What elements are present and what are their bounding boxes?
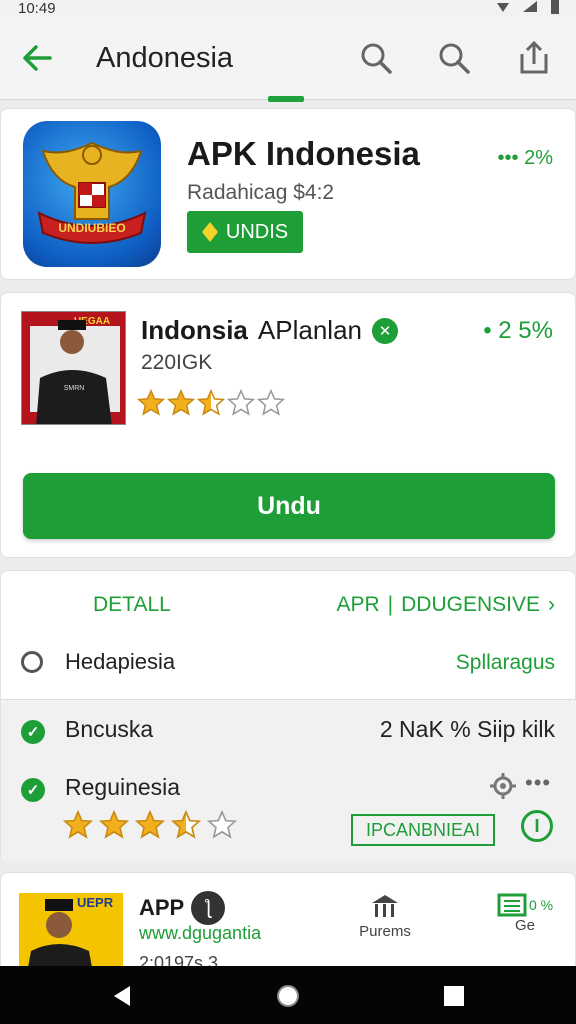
details-links: APR | DDUGENSIVE ›	[336, 593, 555, 617]
nav-label-purems: Purems	[359, 923, 411, 940]
app3-url[interactable]: www.dgugantia	[139, 923, 261, 944]
store-icon	[372, 895, 398, 917]
features-section: ✓ Bncuska 2 NaK % Siip kilk ✓ Reguinesia…	[1, 699, 576, 863]
swirl-icon: ƪ	[191, 891, 225, 925]
share-icon[interactable]	[514, 38, 554, 78]
back-triangle-icon[interactable]	[108, 982, 136, 1010]
nav-item-ge[interactable]: 0 % Ge	[493, 893, 557, 934]
app-name-rest: APlanlan	[257, 315, 362, 345]
search-icon[interactable]	[356, 38, 396, 78]
system-nav-bar	[0, 966, 576, 1024]
app-name-bold: Indonsia	[141, 315, 248, 345]
info-label: Hedapiesia	[65, 649, 176, 674]
featured-download-badge[interactable]: UNDIS	[187, 211, 303, 253]
nav-label-ge: Ge	[514, 917, 535, 934]
app-thumbnail: UEGAA SMRN	[21, 311, 126, 425]
check-icon: ✓	[21, 720, 45, 744]
app-rating: • 2 5%	[483, 317, 553, 344]
star-full-icon	[137, 389, 165, 416]
logo-text: UNDIUBIEO	[58, 221, 125, 235]
app-size: 220IGK	[141, 351, 213, 374]
featured-rating: ••• 2%	[497, 147, 553, 169]
star-empty-icon	[227, 389, 255, 416]
check-icon: ✓	[21, 778, 45, 802]
verified-icon: ✕	[371, 317, 398, 344]
nav-badge: 0 %	[528, 897, 554, 913]
status-icons	[496, 0, 560, 14]
star-half-icon	[171, 810, 201, 839]
featured-app-subtitle: Radahicag $4:2	[187, 181, 335, 204]
link-separator: |	[387, 593, 394, 616]
scroll-indicator	[268, 96, 304, 102]
app-logo: UNDIUBIEO	[23, 121, 161, 267]
more-options-icon[interactable]: •••	[525, 770, 551, 796]
info-value-link[interactable]: Spllaragus	[456, 651, 555, 675]
thumb-text-2: UEPR	[77, 895, 114, 910]
star-full-icon	[63, 810, 93, 839]
status-bar: 10:49	[0, 0, 576, 18]
battery-icon	[551, 0, 559, 14]
thumb-shirt-text: SMRN	[64, 385, 85, 392]
info-icon	[21, 651, 43, 673]
page-title: Andonesia	[96, 42, 234, 74]
star-empty-icon	[257, 389, 285, 416]
app-bar: Andonesia	[0, 18, 576, 100]
star-half-icon	[197, 389, 225, 416]
feature-label-2: Reguinesia	[65, 774, 181, 800]
star-full-icon	[167, 389, 195, 416]
star-full-icon	[99, 810, 129, 839]
gear-icon[interactable]	[489, 772, 517, 800]
featured-badge-label: UNDIS	[225, 220, 289, 243]
app-name: Indonsia APlanlan ✕	[141, 315, 398, 346]
star-empty-icon	[207, 810, 237, 839]
diamond-icon	[201, 222, 218, 242]
search-icon-secondary[interactable]	[434, 38, 474, 78]
list-icon	[497, 893, 527, 917]
details-card: DETALL APR | DDUGENSIVE › Hedapiesia Spl…	[0, 570, 576, 863]
signal-icon	[523, 1, 537, 12]
feature-star-rating	[63, 810, 237, 840]
status-time: 10:49	[18, 0, 56, 17]
apr-link[interactable]: APR	[336, 593, 379, 617]
feature-value-1: 2 NaK % Siip kilk	[379, 716, 555, 742]
star-rating	[137, 389, 285, 417]
app3-name: APP	[139, 895, 185, 920]
recents-square-icon[interactable]	[440, 982, 468, 1010]
app-listing-card[interactable]: UEGAA SMRN Indonsia APlanlan ✕ 220IGK • …	[0, 292, 576, 558]
chevron-right-icon[interactable]: ›	[548, 593, 555, 617]
details-header: DETALL APR | DDUGENSIVE › Hedapiesia Spl…	[1, 571, 576, 699]
detail-tab[interactable]: DETALL	[93, 593, 171, 617]
featured-app-card[interactable]: UNDIUBIEO APK Indonesia Radahicag $4:2 U…	[0, 108, 576, 280]
developer-link[interactable]: DDUGENSIVE	[401, 593, 540, 617]
nav-item-purems[interactable]: Purems	[357, 893, 413, 940]
featured-app-name: APK Indonesia	[187, 135, 420, 172]
feature-label-1: Bncuska	[65, 716, 154, 742]
back-arrow-icon[interactable]	[20, 40, 56, 76]
garuda-emblem-icon: UNDIUBIEO	[37, 141, 147, 244]
app-listing-card-2[interactable]: UEPR APP ƪ www.dgugantia 2:0197s 3 Purem…	[0, 872, 576, 973]
wifi-icon	[497, 3, 509, 12]
install-button[interactable]: Undu	[23, 473, 555, 539]
app-thumbnail-2: UEPR	[19, 893, 123, 973]
info-circle-icon[interactable]: I	[521, 810, 553, 842]
person-thumbnail-icon: UEGAA SMRN	[30, 316, 120, 424]
home-circle-icon[interactable]	[274, 982, 302, 1010]
star-full-icon	[135, 810, 165, 839]
feature-tag-button[interactable]: IPCANBNIEAI	[351, 814, 495, 846]
